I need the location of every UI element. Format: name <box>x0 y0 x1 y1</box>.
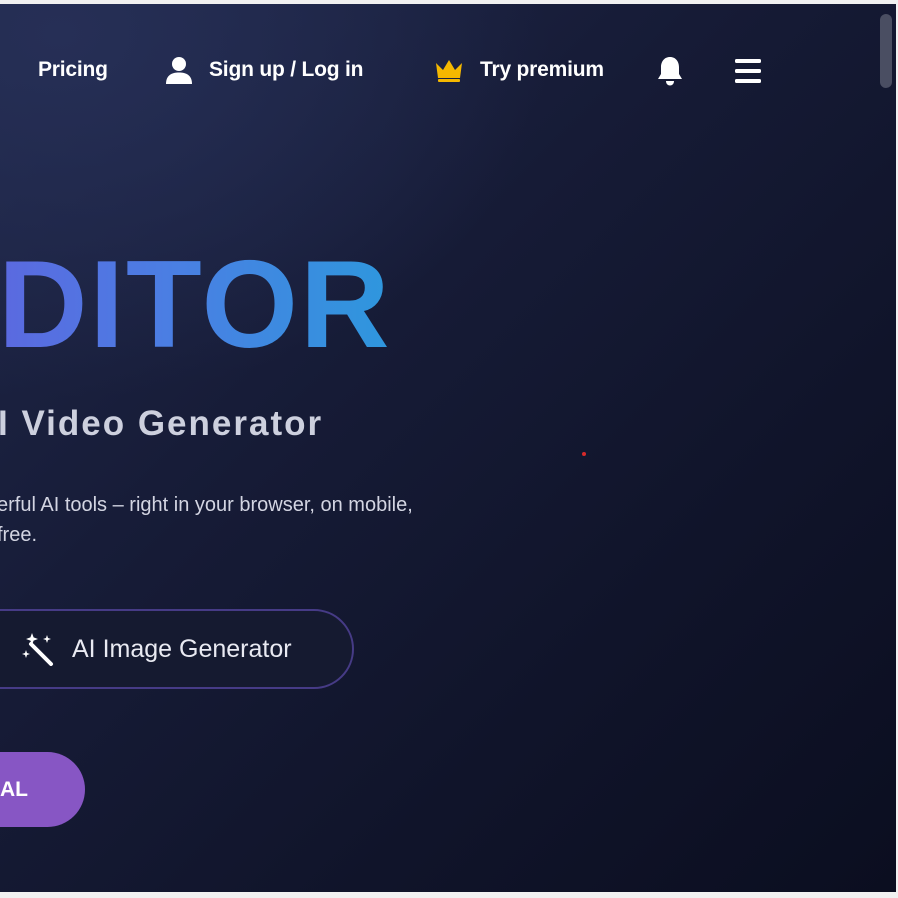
hamburger-menu-icon[interactable] <box>733 56 763 86</box>
hero-section: Pricing Sign up / Log in Try premium DIT… <box>0 4 896 892</box>
crown-icon <box>434 57 464 83</box>
user-icon <box>164 55 194 85</box>
hero-headline: DITOR <box>0 230 392 380</box>
nav-pricing-label: Pricing <box>38 58 108 81</box>
magic-wand-icon <box>22 632 56 666</box>
cursor-dot <box>582 452 586 456</box>
hero-description-line-1: erful AI tools – right in your browser, … <box>0 494 413 516</box>
nav-premium-label: Try premium <box>480 58 604 81</box>
cta-button-label: AL <box>0 777 28 801</box>
cta-button[interactable]: AL <box>0 752 85 827</box>
hero-description: erful AI tools – right in your browser, … <box>0 490 467 550</box>
nav-login-link[interactable]: Sign up / Log in <box>164 51 363 89</box>
nav-premium-link[interactable]: Try premium <box>434 51 604 89</box>
ai-image-generator-label: AI Image Generator <box>72 634 292 663</box>
window-bottom-edge <box>0 892 898 898</box>
nav-pricing-link[interactable]: Pricing <box>38 51 108 89</box>
hero-description-line-2: free. <box>0 524 38 546</box>
nav-login-label: Sign up / Log in <box>209 58 364 81</box>
hero-subhead: I Video Generator <box>0 404 324 443</box>
ai-image-generator-button[interactable]: AI Image Generator <box>0 609 354 689</box>
bell-icon[interactable] <box>655 55 685 87</box>
scrollbar-thumb[interactable] <box>880 14 892 88</box>
